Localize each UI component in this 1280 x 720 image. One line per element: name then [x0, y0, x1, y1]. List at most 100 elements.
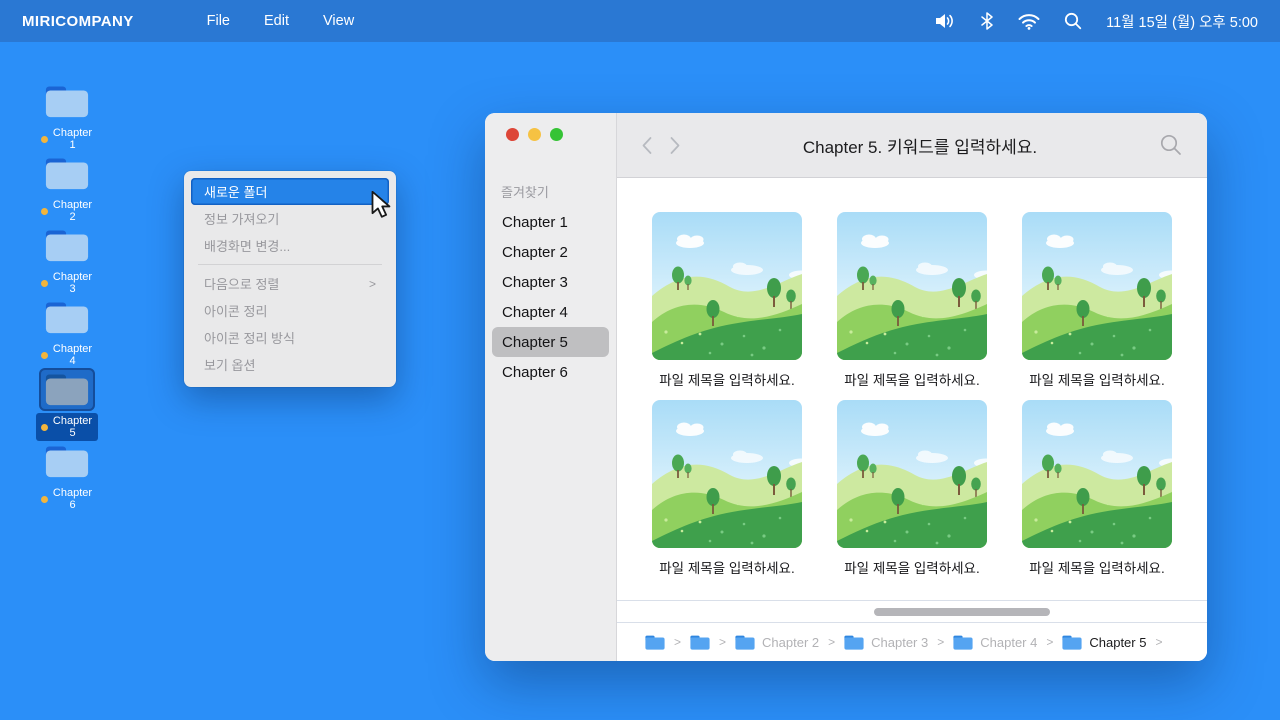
breadcrumb-item[interactable]: [645, 635, 665, 650]
folder-icon: [735, 635, 755, 650]
tag-dot-icon: [41, 495, 48, 503]
volume-icon[interactable]: [935, 12, 956, 30]
sidebar-item-chapter-5[interactable]: Chapter 5: [492, 327, 609, 357]
file-caption: 파일 제목을 입력하세요.: [1029, 561, 1165, 576]
tag-dot-icon: [41, 351, 48, 359]
tag-dot-icon: [41, 135, 48, 143]
file-card[interactable]: 파일 제목을 입력하세요.: [1022, 212, 1172, 389]
folder-icon: [45, 85, 89, 118]
desktop-icon-label: Chapter 2: [52, 199, 93, 223]
file-card[interactable]: 파일 제목을 입력하세요.: [837, 400, 987, 577]
file-card[interactable]: 파일 제목을 입력하세요.: [1022, 400, 1172, 577]
folder-icon: [690, 635, 710, 650]
desktop-folder-chapter-6[interactable]: Chapter 6: [36, 440, 98, 513]
sidebar-item-chapter-2[interactable]: Chapter 2: [492, 237, 609, 267]
file-card[interactable]: 파일 제목을 입력하세요.: [652, 212, 802, 389]
zoom-button[interactable]: [550, 128, 563, 141]
breadcrumb-label: Chapter 4: [980, 634, 1038, 650]
breadcrumb-separator: >: [937, 635, 945, 649]
finder-window: 즐겨찾기 Chapter 1 Chapter 2 Chapter 3 Chapt…: [485, 113, 1207, 661]
horizontal-scrollbar[interactable]: [617, 600, 1207, 623]
scrollbar-thumb[interactable]: [874, 608, 1050, 616]
context-menu-item-new-folder[interactable]: 새로운 폴더: [191, 178, 389, 205]
breadcrumb-item-chapter-5[interactable]: Chapter 5: [1062, 635, 1146, 650]
context-menu-item-label: 아이콘 정리 방식: [204, 331, 295, 346]
breadcrumb-separator: >: [828, 635, 836, 649]
folder-icon: [45, 229, 89, 262]
wifi-icon[interactable]: [1018, 13, 1040, 30]
breadcrumb-item-chapter-4[interactable]: Chapter 4: [953, 635, 1037, 650]
datetime-display[interactable]: 11월 15일 (월) 오후 5:00: [1106, 11, 1258, 32]
context-menu-item-label: 아이콘 정리: [204, 304, 268, 319]
context-menu-separator: [198, 264, 382, 265]
context-menu-item-clean-up[interactable]: 아이콘 정리: [191, 297, 389, 324]
forward-icon[interactable]: [669, 136, 681, 155]
window-search-icon[interactable]: [1159, 133, 1183, 157]
breadcrumb-separator: >: [674, 635, 682, 649]
desktop-folder-chapter-1[interactable]: Chapter 1: [36, 80, 98, 153]
context-menu-item-label: 배경화면 변경...: [204, 239, 291, 254]
menu-file[interactable]: File: [190, 13, 247, 29]
sidebar-item-chapter-1[interactable]: Chapter 1: [492, 207, 609, 237]
folder-icon: [1062, 635, 1082, 650]
search-icon[interactable]: [1064, 12, 1082, 30]
menu-edit[interactable]: Edit: [247, 13, 306, 29]
landscape-thumbnail: [652, 212, 802, 360]
breadcrumb-item-chapter-2[interactable]: Chapter 2: [735, 635, 819, 650]
desktop-folder-chapter-2[interactable]: Chapter 2: [36, 152, 98, 225]
breadcrumb-label: Chapter 2: [762, 634, 820, 650]
minimize-button[interactable]: [528, 128, 541, 141]
menu-view[interactable]: View: [306, 13, 371, 29]
desktop-folder-chapter-5[interactable]: Chapter 5: [36, 368, 98, 441]
breadcrumb-item[interactable]: [690, 635, 710, 650]
desktop-folder-chapter-4[interactable]: Chapter 4: [36, 296, 98, 369]
context-menu-item-label: 새로운 폴더: [204, 185, 268, 200]
file-card[interactable]: 파일 제목을 입력하세요.: [837, 212, 987, 389]
desktop-icon-label: Chapter 4: [52, 343, 93, 367]
context-menu-item-view-options[interactable]: 보기 옵션: [191, 351, 389, 378]
menu-bar: MIRICOMPANY File Edit View 11월 15일 (월) 오…: [0, 0, 1280, 42]
window-toolbar: Chapter 5. 키워드를 입력하세요.: [617, 113, 1207, 178]
back-icon[interactable]: [641, 136, 653, 155]
file-caption: 파일 제목을 입력하세요.: [659, 561, 795, 576]
desktop-folder-chapter-3[interactable]: Chapter 3: [36, 224, 98, 297]
sidebar-item-chapter-3[interactable]: Chapter 3: [492, 267, 609, 297]
breadcrumb-separator: >: [719, 635, 727, 649]
breadcrumb-separator: >: [1155, 635, 1163, 649]
file-caption: 파일 제목을 입력하세요.: [1029, 373, 1165, 388]
tag-dot-icon: [41, 423, 48, 431]
bluetooth-icon[interactable]: [980, 12, 994, 30]
context-menu-item-get-info[interactable]: 정보 가져오기: [191, 205, 389, 232]
context-menu-item-sort-by[interactable]: 다음으로 정렬 >: [191, 270, 389, 297]
tag-dot-icon: [41, 207, 48, 215]
cursor-icon: [371, 191, 395, 218]
folder-icon: [45, 373, 89, 406]
window-title: Chapter 5. 키워드를 입력하세요.: [802, 137, 1038, 157]
sidebar-item-chapter-4[interactable]: Chapter 4: [492, 297, 609, 327]
file-card[interactable]: 파일 제목을 입력하세요.: [652, 400, 802, 577]
tag-dot-icon: [41, 279, 48, 287]
window-sidebar: 즐겨찾기 Chapter 1 Chapter 2 Chapter 3 Chapt…: [485, 113, 617, 661]
landscape-thumbnail: [1022, 212, 1172, 360]
landscape-thumbnail: [837, 400, 987, 548]
traffic-lights: [506, 128, 563, 141]
folder-icon: [45, 157, 89, 190]
folder-icon: [953, 635, 973, 650]
context-menu-item-change-wallpaper[interactable]: 배경화면 변경...: [191, 232, 389, 259]
desktop-icon-label: Chapter 5: [52, 415, 93, 439]
context-menu-item-clean-up-by[interactable]: 아이콘 정리 방식: [191, 324, 389, 351]
breadcrumb-item-chapter-3[interactable]: Chapter 3: [844, 635, 928, 650]
landscape-thumbnail: [652, 400, 802, 548]
window-main: Chapter 5. 키워드를 입력하세요. 파일 제목을 입력하세요. 파일 …: [617, 113, 1207, 661]
desktop-icon-label: Chapter 1: [52, 127, 93, 151]
file-caption: 파일 제목을 입력하세요.: [844, 373, 980, 388]
folder-icon: [45, 301, 89, 334]
close-button[interactable]: [506, 128, 519, 141]
landscape-thumbnail: [1022, 400, 1172, 548]
folder-icon: [45, 445, 89, 478]
desktop-icon-label: Chapter 3: [52, 271, 93, 295]
sidebar-item-chapter-6[interactable]: Chapter 6: [492, 357, 609, 387]
status-area: 11월 15일 (월) 오후 5:00: [935, 11, 1258, 32]
sidebar-section-favorites: 즐겨찾기: [501, 185, 549, 200]
file-caption: 파일 제목을 입력하세요.: [659, 373, 795, 388]
